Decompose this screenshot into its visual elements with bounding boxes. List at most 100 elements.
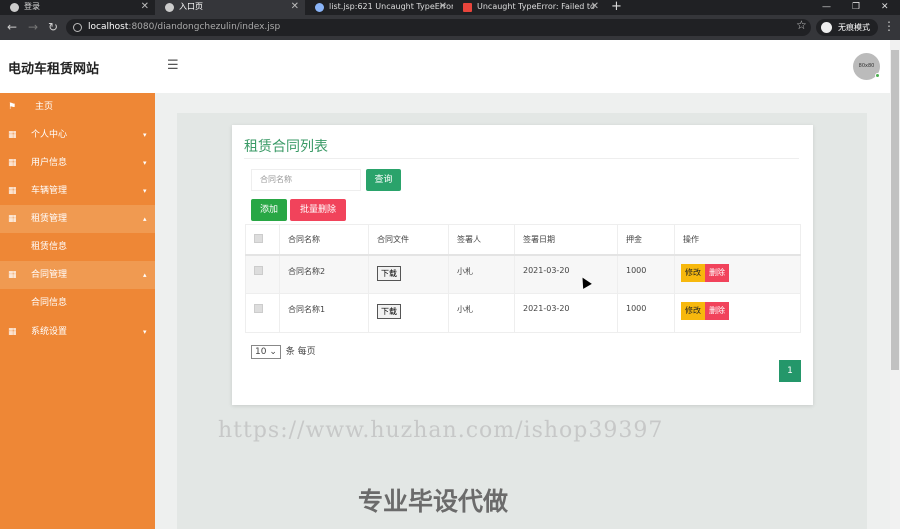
online-status-icon	[875, 73, 880, 78]
back-icon[interactable]: ←	[7, 19, 17, 35]
restore-icon[interactable]: ❐	[852, 0, 860, 14]
contract-table: 合同名称 合同文件 签署人 签署日期 押金 操作 合同名称2 下载 小札 202…	[245, 224, 801, 333]
add-button[interactable]: 添加	[251, 199, 287, 221]
row-checkbox[interactable]	[254, 265, 263, 275]
contract-list-card: 租赁合同列表 合同名称 查询 添加 批量删除 合同名称 合同文件 签署人 签署日…	[232, 125, 813, 405]
batch-delete-button[interactable]: 批量删除	[290, 199, 346, 221]
window-close-icon[interactable]: ✕	[881, 0, 889, 14]
edit-button[interactable]: 修改	[681, 302, 705, 320]
search-input[interactable]: 合同名称	[251, 169, 361, 191]
star-icon[interactable]: ☆	[796, 18, 807, 32]
deposit: 1000	[617, 254, 675, 294]
url-host: localhost	[88, 22, 129, 32]
pagination-page[interactable]: 1	[779, 360, 801, 382]
row-checkbox[interactable]	[254, 304, 263, 313]
reload-icon[interactable]: ↻	[48, 19, 58, 35]
contract-name: 合同名称1	[279, 293, 369, 333]
close-icon[interactable]: ✕	[141, 0, 149, 14]
sidebar: ⚑ 主页 ▦ 个人中心 ▾ ▦ 用户信息 ▾ ▦ 车辆管理 ▾ ▦ 租赁管理 ▴…	[0, 93, 155, 529]
page-size-value: 10	[255, 347, 267, 357]
incognito-indicator[interactable]: 无痕模式	[816, 19, 878, 36]
sidebar-item-label: 用户信息	[31, 158, 68, 168]
sign-date: 2021-03-20	[514, 293, 618, 333]
sidebar-item-label: 车辆管理	[31, 186, 68, 196]
watermark-text: 专业毕设代做	[358, 487, 509, 516]
flag-icon: ⚑	[8, 102, 17, 112]
close-icon[interactable]: ✕	[439, 0, 447, 14]
page-size-select[interactable]: 10 ⌄	[251, 345, 281, 359]
sidebar-item-label: 个人中心	[31, 130, 68, 140]
new-tab-icon[interactable]: +	[611, 0, 622, 14]
sidebar-subitem-rental-info[interactable]: 租赁信息	[0, 233, 155, 261]
grid-icon: ▦	[8, 158, 17, 168]
info-icon[interactable]	[73, 23, 82, 32]
browser-tab-active[interactable]: 入口页 ✕	[155, 0, 305, 15]
sidebar-item-label: 租赁信息	[31, 242, 68, 252]
sidebar-item-label: 合同信息	[31, 298, 68, 308]
edit-button[interactable]: 修改	[681, 263, 705, 282]
url-path: :8080/diandongchezulin/index.jsp	[128, 22, 281, 32]
site-brand: 电动车租赁网站	[8, 62, 100, 77]
column-header[interactable]: 签署人	[448, 224, 515, 256]
menu-kebab-icon[interactable]: ⋮	[883, 19, 895, 33]
tab-title: Uncaught TypeError: Failed to	[477, 2, 595, 11]
contract-name: 合同名称2	[279, 254, 369, 294]
globe-icon	[165, 3, 174, 12]
grid-icon: ▦	[8, 270, 17, 280]
deposit: 1000	[617, 293, 675, 333]
sidebar-item-label: 主页	[35, 102, 54, 112]
page-title: 租赁合同列表	[244, 139, 328, 155]
sidebar-item-personal[interactable]: ▦ 个人中心 ▾	[0, 121, 155, 149]
column-header[interactable]: 押金	[617, 224, 675, 256]
caret-down-icon: ▾	[143, 328, 147, 336]
sidebar-item-contract[interactable]: ▦ 合同管理 ▴	[0, 261, 155, 289]
actions-cell: 修改 删除	[674, 254, 801, 294]
column-header[interactable]: 合同文件	[368, 224, 449, 256]
page-scrollbar[interactable]	[890, 40, 900, 529]
caret-down-icon: ▾	[143, 187, 147, 195]
close-icon[interactable]: ✕	[291, 0, 299, 14]
sidebar-item-settings[interactable]: ▦ 系统设置 ▾	[0, 318, 155, 346]
signer: 小札	[448, 293, 515, 333]
minimize-icon[interactable]: —	[822, 0, 831, 14]
sidebar-item-label: 系统设置	[31, 327, 68, 337]
grid-icon: ▦	[8, 186, 17, 196]
sidebar-item-label: 合同管理	[31, 270, 68, 280]
browser-tab[interactable]: Uncaught TypeError: Failed to ✕	[453, 0, 605, 15]
forward-icon[interactable]: →	[28, 19, 38, 35]
sidebar-subitem-contract-info[interactable]: 合同信息	[0, 289, 155, 317]
actions-cell: 修改 删除	[674, 293, 801, 333]
incognito-label: 无痕模式	[838, 23, 870, 32]
delete-button[interactable]: 删除	[705, 302, 729, 320]
select-all-checkbox[interactable]	[254, 233, 263, 243]
signer: 小札	[448, 254, 515, 294]
page-icon	[315, 3, 324, 12]
download-button[interactable]: 下载	[377, 304, 401, 319]
tab-title: list.jsp:621 Uncaught TypeError:	[329, 2, 453, 11]
sidebar-item-vehicles[interactable]: ▦ 车辆管理 ▾	[0, 177, 155, 205]
close-icon[interactable]: ✕	[591, 0, 599, 14]
download-button[interactable]: 下载	[377, 265, 401, 281]
browser-tab[interactable]: 登录 ✕	[0, 0, 155, 15]
browser-tab[interactable]: list.jsp:621 Uncaught TypeError: ✕	[305, 0, 453, 15]
query-button[interactable]: 查询	[366, 169, 401, 191]
sign-date: 2021-03-20	[514, 254, 618, 294]
sidebar-item-home[interactable]: ⚑ 主页	[0, 93, 155, 121]
grid-icon: ▦	[8, 130, 17, 140]
contract-file-cell: 下载	[368, 293, 449, 333]
column-header[interactable]: 签署日期	[514, 224, 618, 256]
column-header[interactable]: 合同名称	[279, 224, 369, 256]
delete-button[interactable]: 删除	[705, 263, 729, 282]
sidebar-item-rental[interactable]: ▦ 租赁管理 ▴	[0, 205, 155, 233]
url-field[interactable]: localhost:8080/diandongchezulin/index.js…	[66, 19, 811, 36]
incognito-icon	[821, 22, 832, 33]
table-row: 合同名称1 下载 小札 2021-03-20 1000 修改 删除	[245, 293, 801, 333]
watermark-url: https://www.huzhan.com/ishop39397	[218, 418, 664, 443]
scrollbar-thumb[interactable]	[891, 50, 899, 370]
select-all-cell	[245, 224, 280, 256]
page-size-suffix: 条 每页	[285, 347, 316, 357]
sidebar-item-users[interactable]: ▦ 用户信息 ▾	[0, 149, 155, 177]
hamburger-icon[interactable]: ☰	[167, 58, 179, 73]
grid-icon: ▦	[8, 214, 17, 224]
avatar[interactable]: 80x80	[853, 53, 880, 80]
